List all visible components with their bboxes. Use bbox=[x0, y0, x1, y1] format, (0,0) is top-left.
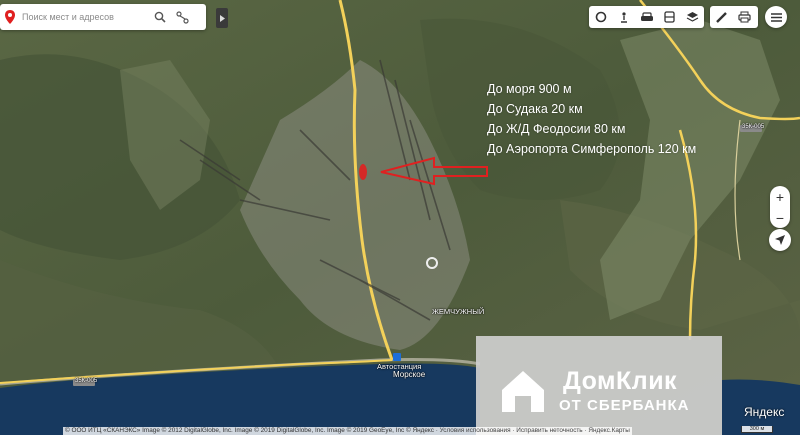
copyright-text: © ООО ИТЦ «СКАНЭКС» Image © 2012 Digital… bbox=[65, 427, 434, 434]
distance-sea: До моря 900 м bbox=[487, 82, 572, 96]
distance-feodosia: До Ж/Д Феодосии 80 км bbox=[487, 122, 626, 136]
road-label-left: 35К-005 bbox=[75, 378, 98, 384]
collapse-panel-button[interactable] bbox=[216, 8, 228, 28]
zoom-control: + − bbox=[770, 186, 790, 228]
distance-info: До моря 900 м До Судака 20 км До Ж/Д Фео… bbox=[487, 79, 696, 159]
transport-icon[interactable] bbox=[658, 6, 681, 28]
copyright-bar: © ООО ИТЦ «СКАНЭКС» Image © 2012 Digital… bbox=[63, 427, 632, 435]
distance-airport: До Аэропорта Симферополь 120 км bbox=[487, 142, 697, 156]
watermark-title: ДомКлик bbox=[563, 367, 678, 395]
map-layers-toolbar bbox=[589, 6, 704, 28]
fix-link[interactable]: Исправить неточность bbox=[516, 427, 582, 434]
car-icon[interactable] bbox=[635, 6, 658, 28]
distance-sudak: До Судака 20 км bbox=[487, 102, 583, 116]
yandex-logo[interactable]: Яндекс bbox=[744, 405, 784, 419]
watermark-subtitle: ОТ СБЕРБАНКА bbox=[559, 397, 690, 414]
terms-link[interactable]: Условия использования bbox=[440, 427, 511, 434]
menu-icon[interactable] bbox=[765, 6, 787, 28]
map-pin-icon bbox=[0, 4, 20, 30]
road-label-right: 35К-005 bbox=[742, 124, 765, 130]
scale-bar: 300 м bbox=[741, 426, 773, 433]
print-icon[interactable] bbox=[733, 6, 756, 28]
location-icon[interactable] bbox=[769, 229, 791, 251]
yandex-maps-link[interactable]: Яндекс.Карты bbox=[588, 427, 629, 434]
search-icon[interactable] bbox=[149, 4, 171, 30]
search-bar bbox=[0, 4, 206, 30]
traffic-icon[interactable] bbox=[589, 6, 612, 28]
zoom-out-button[interactable]: − bbox=[770, 207, 790, 228]
route-icon[interactable] bbox=[171, 4, 193, 30]
tools-toolbar bbox=[710, 6, 758, 28]
panorama-icon[interactable] bbox=[612, 6, 635, 28]
zoom-in-button[interactable]: + bbox=[770, 186, 790, 207]
place-label-pearl: ЖЕМЧУЖНЫЙ bbox=[432, 307, 485, 316]
layers-icon[interactable] bbox=[681, 6, 704, 28]
place-label-morskoe: Морское bbox=[393, 370, 426, 379]
search-input[interactable] bbox=[20, 6, 149, 28]
ruler-icon[interactable] bbox=[710, 6, 733, 28]
domclick-logo-icon bbox=[502, 371, 544, 412]
